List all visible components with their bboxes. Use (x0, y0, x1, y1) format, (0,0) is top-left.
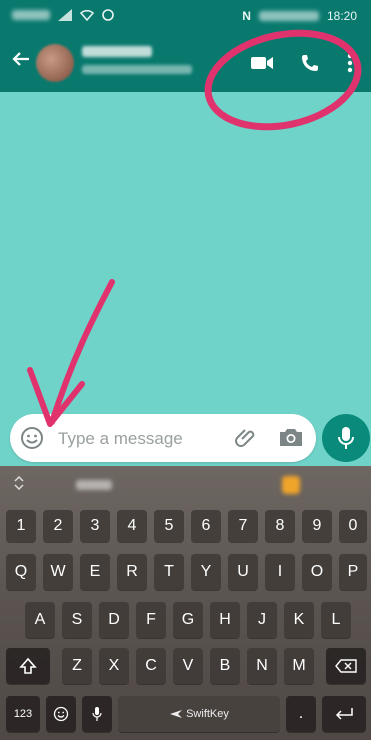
chevron-up-icon[interactable] (14, 475, 24, 493)
enter-key[interactable] (322, 696, 366, 732)
chat-header (0, 34, 371, 92)
space-bar[interactable]: SwiftKey (118, 696, 280, 732)
emoji-key-icon (53, 706, 69, 722)
key-0[interactable]: 0 (339, 510, 367, 542)
key-7[interactable]: 7 (228, 510, 258, 542)
status-icons-blurred (258, 11, 319, 21)
contact-avatar[interactable] (36, 44, 74, 82)
key-e[interactable]: E (80, 554, 110, 590)
emoji-key[interactable] (46, 696, 76, 732)
whatsapp-notification-icon (102, 9, 114, 21)
key-h[interactable]: H (210, 602, 240, 638)
key-6[interactable]: 6 (191, 510, 221, 542)
swiftkey-keyboard: 1 2 3 4 5 6 7 8 9 0 Q W E R T Y U I O P … (0, 466, 371, 740)
key-k[interactable]: K (284, 602, 314, 638)
key-z[interactable]: Z (62, 648, 92, 684)
key-w[interactable]: W (43, 554, 73, 590)
status-right: N 18:20 (242, 9, 357, 23)
attachment-icon[interactable] (234, 426, 258, 450)
shift-icon (19, 657, 37, 674)
key-m[interactable]: M (284, 648, 314, 684)
status-bar: N 18:20 (0, 0, 371, 34)
key-5[interactable]: 5 (154, 510, 184, 542)
key-p[interactable]: P (339, 554, 367, 590)
carrier-blurred (12, 10, 50, 20)
more-options-icon[interactable] (340, 49, 360, 77)
key-4[interactable]: 4 (117, 510, 147, 542)
signal-icon (58, 9, 72, 21)
prediction-blurred[interactable] (76, 480, 112, 490)
key-a[interactable]: A (25, 602, 55, 638)
key-f[interactable]: F (136, 602, 166, 638)
enter-icon (335, 708, 353, 720)
key-v[interactable]: V (173, 648, 203, 684)
key-1[interactable]: 1 (6, 510, 36, 542)
emoji-icon[interactable] (20, 426, 44, 450)
contact-status-blurred (82, 65, 192, 74)
key-i[interactable]: I (265, 554, 295, 590)
message-input[interactable] (56, 424, 230, 454)
key-c[interactable]: C (136, 648, 166, 684)
key-2[interactable]: 2 (43, 510, 73, 542)
key-l[interactable]: L (321, 602, 351, 638)
numbers-mode-key[interactable]: 123 (6, 696, 40, 732)
video-call-icon[interactable] (248, 49, 276, 77)
key-8[interactable]: 8 (265, 510, 295, 542)
key-9[interactable]: 9 (302, 510, 332, 542)
clock: 18:20 (326, 9, 357, 23)
key-y[interactable]: Y (191, 554, 221, 590)
key-3[interactable]: 3 (80, 510, 110, 542)
keyboard-mic-icon (92, 707, 102, 721)
nfc-icon: N (242, 9, 251, 23)
space-bar-label: SwiftKey (186, 708, 229, 720)
key-g[interactable]: G (173, 602, 203, 638)
voice-message-button[interactable] (322, 414, 370, 462)
emoji-prediction-blurred[interactable] (282, 476, 300, 494)
punctuation-key[interactable]: . (286, 696, 316, 732)
key-j[interactable]: J (247, 602, 277, 638)
voice-input-key[interactable] (82, 696, 112, 732)
camera-icon[interactable] (278, 426, 304, 450)
key-b[interactable]: B (210, 648, 240, 684)
message-composer (10, 414, 316, 462)
contact-info[interactable] (82, 46, 192, 74)
prediction-bar (0, 466, 371, 506)
backspace-icon (335, 659, 357, 673)
chat-area (0, 92, 371, 410)
back-arrow-icon[interactable] (8, 49, 34, 75)
key-o[interactable]: O (302, 554, 332, 590)
voice-call-icon[interactable] (296, 49, 324, 77)
key-q[interactable]: Q (6, 554, 36, 590)
key-x[interactable]: X (99, 648, 129, 684)
key-d[interactable]: D (99, 602, 129, 638)
swiftkey-logo-icon (170, 710, 183, 718)
shift-key[interactable] (6, 648, 50, 684)
key-u[interactable]: U (228, 554, 258, 590)
key-s[interactable]: S (62, 602, 92, 638)
key-t[interactable]: T (154, 554, 184, 590)
key-r[interactable]: R (117, 554, 147, 590)
microphone-icon (338, 427, 354, 449)
key-n[interactable]: N (247, 648, 277, 684)
backspace-key[interactable] (326, 648, 366, 684)
contact-name-blurred (82, 46, 152, 57)
wifi-icon (80, 9, 94, 21)
status-left (12, 9, 114, 21)
